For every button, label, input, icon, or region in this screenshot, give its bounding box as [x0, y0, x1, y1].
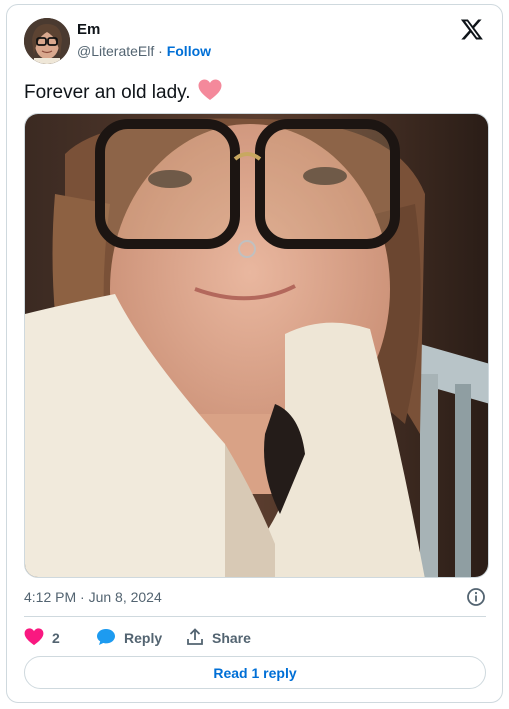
like-count: 2 [52, 630, 60, 646]
reply-bubble-icon [96, 628, 124, 649]
share-upload-icon [186, 627, 212, 649]
author-name[interactable]: Em [77, 21, 100, 38]
like-button[interactable]: 2 [24, 627, 60, 649]
tweet-body: Forever an old lady. [24, 82, 191, 103]
pink-heart-icon [198, 79, 222, 107]
handle-separator: · [154, 43, 167, 59]
follow-link[interactable]: Follow [167, 43, 211, 59]
tweet-photo[interactable] [24, 113, 489, 578]
share-action[interactable]: Share [186, 627, 251, 649]
avatar[interactable] [24, 18, 70, 64]
x-logo-icon[interactable] [460, 17, 486, 43]
divider [24, 616, 486, 617]
author-handle[interactable]: @LiterateElf [77, 43, 154, 59]
read-replies-button[interactable]: Read 1 reply [24, 656, 486, 689]
tweet-timestamp[interactable]: 4:12 PM · Jun 8, 2024 [24, 589, 162, 605]
share-label: Share [212, 630, 251, 646]
reply-action[interactable]: Reply [96, 627, 162, 649]
author-handle-row: @LiterateElf · Follow [77, 43, 211, 59]
tweet-text: Forever an old lady. [24, 79, 222, 107]
tweet-embed-card: Em @LiterateElf · Follow Forever an old … [6, 4, 503, 703]
heart-icon [24, 627, 52, 649]
read-replies-label: Read 1 reply [213, 664, 297, 681]
tweet-header: Em @LiterateElf · Follow [23, 15, 486, 67]
info-icon[interactable] [466, 587, 486, 607]
reply-label: Reply [124, 630, 163, 646]
